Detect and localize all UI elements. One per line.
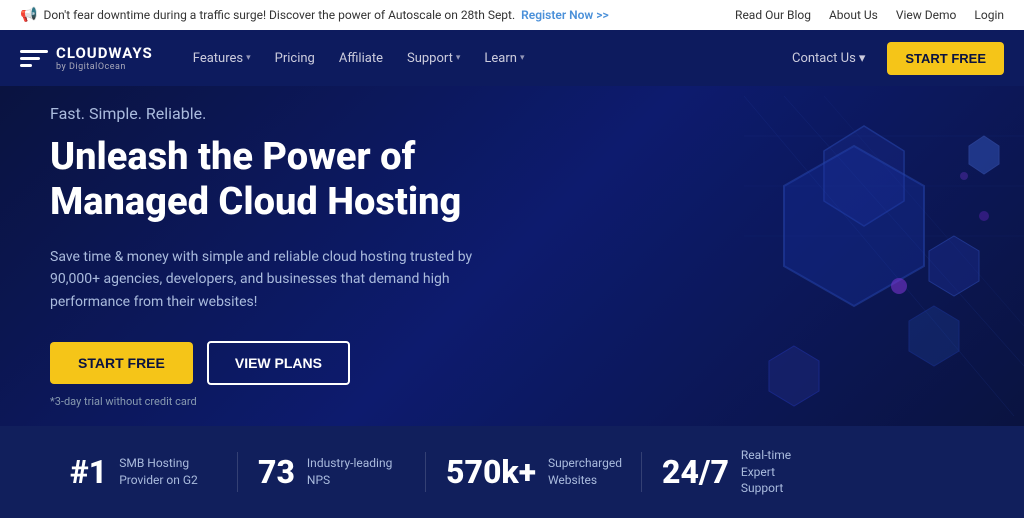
logo-line-3 bbox=[20, 64, 32, 67]
logo-line-2 bbox=[20, 57, 40, 60]
stat-number-2: 570k+ bbox=[446, 453, 536, 491]
hero-content: Fast. Simple. Reliable. Unleash the Powe… bbox=[50, 104, 510, 408]
stats-bar: #1 SMB Hosting Provider on G2 73 Industr… bbox=[0, 426, 1024, 518]
stat-number-0: #1 bbox=[70, 453, 107, 491]
hero-title: Unleash the Power of Managed Cloud Hosti… bbox=[50, 135, 510, 226]
logo-text: CLOUDWAYS by DigitalOcean bbox=[56, 44, 153, 72]
view-demo-link[interactable]: View Demo bbox=[896, 8, 957, 22]
features-chevron-icon: ▾ bbox=[246, 53, 251, 63]
features-nav-item[interactable]: Features ▾ bbox=[183, 43, 261, 74]
stat-number-3: 24/7 bbox=[662, 453, 729, 491]
stat-item-3: 24/7 Real-time Expert Support bbox=[642, 447, 830, 497]
affiliate-nav-label: Affiliate bbox=[339, 51, 383, 66]
stat-label-2: Supercharged Websites bbox=[548, 455, 622, 489]
pricing-nav-label: Pricing bbox=[275, 51, 315, 66]
stat-label-3: Real-time Expert Support bbox=[741, 447, 810, 497]
read-blog-link[interactable]: Read Our Blog bbox=[735, 8, 811, 22]
announcement-text: Don't fear downtime during a traffic sur… bbox=[43, 8, 515, 22]
logo-brand: CLOUDWAYS bbox=[56, 44, 153, 62]
learn-nav-item[interactable]: Learn ▾ bbox=[474, 43, 534, 74]
register-now-link[interactable]: Register Now >> bbox=[521, 8, 609, 22]
hero-title-line1: Unleash the Power of bbox=[50, 135, 415, 179]
hero-tagline: Fast. Simple. Reliable. bbox=[50, 104, 510, 123]
logo-line-1 bbox=[20, 50, 48, 53]
stat-label-1: Industry-leading NPS bbox=[307, 455, 397, 489]
logo[interactable]: CLOUDWAYS by DigitalOcean bbox=[20, 44, 153, 72]
hero-buttons: START FREE VIEW PLANS bbox=[50, 341, 510, 385]
hero-description: Save time & money with simple and reliab… bbox=[50, 246, 510, 313]
contact-us-button[interactable]: Contact Us ▾ bbox=[782, 43, 875, 74]
stat-item-1: 73 Industry-leading NPS bbox=[238, 453, 426, 491]
stat-number-1: 73 bbox=[258, 453, 295, 491]
support-nav-label: Support bbox=[407, 51, 453, 66]
announcement-right: Read Our Blog About Us View Demo Login bbox=[735, 8, 1004, 22]
about-us-link[interactable]: About Us bbox=[829, 8, 878, 22]
stat-label-0: SMB Hosting Provider on G2 bbox=[119, 455, 209, 489]
stats-inner: #1 SMB Hosting Provider on G2 73 Industr… bbox=[50, 447, 830, 497]
nav-links: Features ▾ Pricing Affiliate Support ▾ L… bbox=[183, 43, 535, 74]
announcement-bar: 📢 Don't fear downtime during a traffic s… bbox=[0, 0, 1024, 30]
learn-chevron-icon: ▾ bbox=[520, 53, 525, 63]
nav-right: Contact Us ▾ START FREE bbox=[782, 42, 1004, 75]
learn-nav-label: Learn bbox=[484, 51, 517, 66]
main-navigation: CLOUDWAYS by DigitalOcean Features ▾ Pri… bbox=[0, 30, 1024, 86]
logo-sub: by DigitalOcean bbox=[56, 62, 153, 72]
pricing-nav-item[interactable]: Pricing bbox=[265, 43, 325, 74]
login-link[interactable]: Login bbox=[974, 8, 1004, 22]
support-nav-item[interactable]: Support ▾ bbox=[397, 43, 470, 74]
megaphone-icon: 📢 bbox=[20, 7, 37, 23]
hero-background-svg bbox=[544, 86, 1024, 426]
trial-note: *3-day trial without credit card bbox=[50, 395, 510, 408]
features-nav-label: Features bbox=[193, 51, 243, 66]
hero-view-plans-button[interactable]: VIEW PLANS bbox=[207, 341, 350, 385]
contact-us-label: Contact Us bbox=[792, 51, 856, 66]
affiliate-nav-item[interactable]: Affiliate bbox=[329, 43, 393, 74]
announcement-left: 📢 Don't fear downtime during a traffic s… bbox=[20, 7, 609, 23]
support-chevron-icon: ▾ bbox=[456, 53, 461, 63]
hero-section: Fast. Simple. Reliable. Unleash the Powe… bbox=[0, 86, 1024, 426]
contact-chevron-icon: ▾ bbox=[859, 51, 866, 66]
hero-title-line2: Managed Cloud Hosting bbox=[50, 180, 461, 224]
stat-item-0: #1 SMB Hosting Provider on G2 bbox=[50, 453, 238, 491]
start-free-nav-button[interactable]: START FREE bbox=[887, 42, 1004, 75]
logo-icon bbox=[20, 50, 48, 67]
hero-start-free-button[interactable]: START FREE bbox=[50, 342, 193, 384]
nav-left: CLOUDWAYS by DigitalOcean Features ▾ Pri… bbox=[20, 43, 534, 74]
stat-item-2: 570k+ Supercharged Websites bbox=[426, 453, 642, 491]
